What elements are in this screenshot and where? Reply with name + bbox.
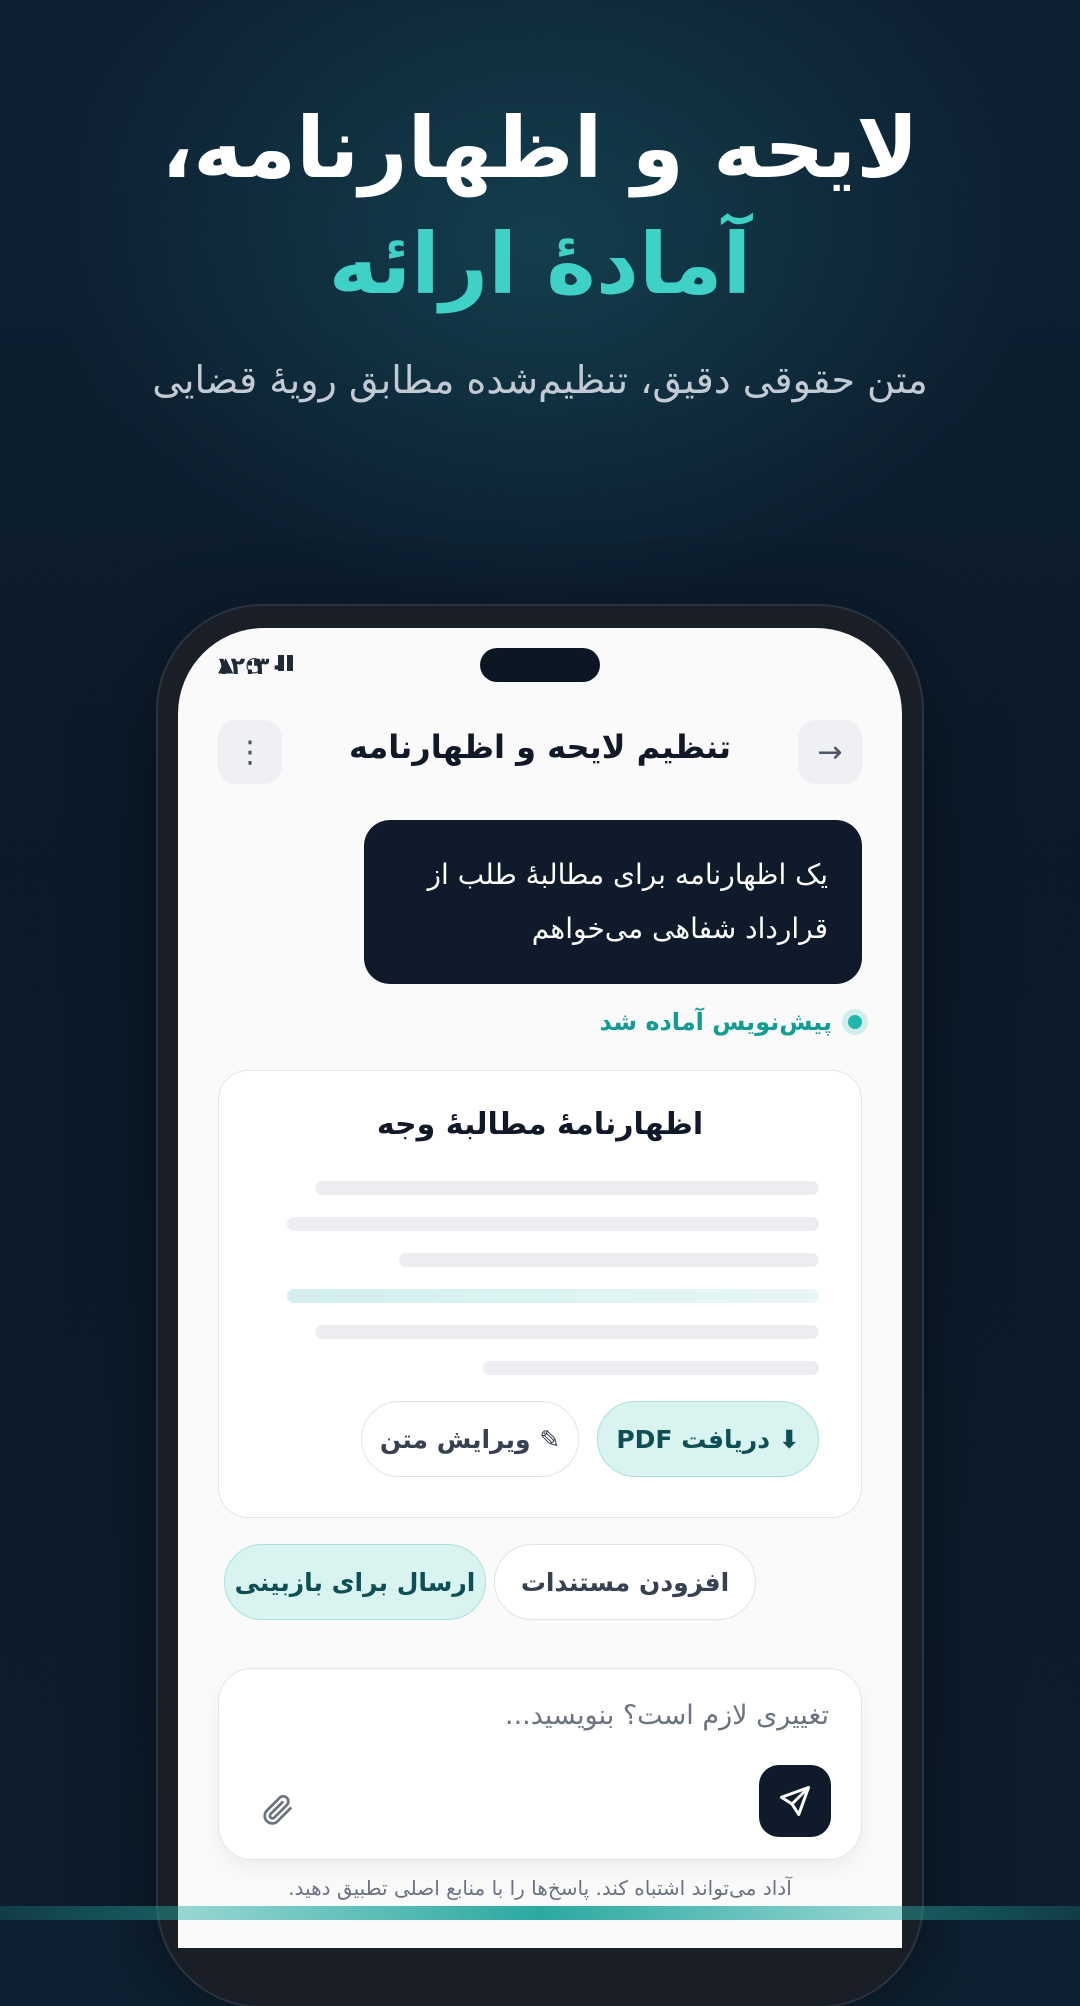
document-preview-card[interactable]: اظهارنامهٔ مطالبهٔ وجه ⬇ دریافت PDF ✎ وی… [218, 1070, 862, 1518]
download-pdf-button[interactable]: ⬇ دریافت PDF [597, 1401, 819, 1477]
text-line-placeholder [315, 1181, 819, 1195]
message-composer [218, 1668, 862, 1860]
send-icon [780, 1786, 810, 1816]
hero-subtitle: متن حقوقی دقیق، تنظیم‌شده مطابق رویهٔ قض… [152, 358, 928, 402]
more-options-button[interactable]: ⋮ [218, 720, 282, 784]
user-message-bubble: یک اظهارنامه برای مطالبهٔ طلب از قرارداد… [364, 820, 862, 984]
attach-button[interactable] [249, 1781, 305, 1837]
phone-screen: ۱۲:۳۰ ▲ ◔ → تنظیم لایحه و اظهارنامه ⋮ یک… [178, 628, 902, 1948]
hero-title-line1: لایحه و اظهارنامه، [161, 99, 919, 197]
clock-icon: ◔ [245, 652, 263, 676]
disclaimer-text: آداد می‌تواند اشتباه کند. پاسخ‌ها را با … [288, 1876, 792, 1900]
status-icons: ▲ ◔ [218, 652, 293, 676]
text-line-placeholder [399, 1253, 819, 1267]
paperclip-icon [263, 1794, 292, 1825]
draft-status: پیش‌نویس آماده شد [599, 1008, 862, 1036]
add-documents-chip[interactable]: افزودن مستندات [494, 1544, 756, 1620]
draft-status-label: پیش‌نویس آماده شد [599, 1008, 833, 1036]
more-vertical-icon: ⋮ [235, 734, 265, 770]
hero: لایحه و اظهارنامه، آمادهٔ ارائه متن حقوق… [0, 90, 1080, 402]
signal-icon: ▲ [218, 652, 234, 676]
hero-title-accent: آمادهٔ ارائه [328, 215, 752, 313]
message-input[interactable] [267, 1699, 831, 1732]
send-button[interactable] [759, 1765, 831, 1837]
page-title: تنظیم لایحه و اظهارنامه [349, 728, 731, 766]
edit-text-button[interactable]: ✎ ویرایش متن [361, 1401, 579, 1477]
battery-icon [275, 652, 293, 676]
camera-notch [480, 648, 600, 682]
app-header: → تنظیم لایحه و اظهارنامه ⋮ [178, 720, 902, 784]
document-title: اظهارنامهٔ مطالبهٔ وجه [376, 1107, 704, 1142]
send-for-review-chip[interactable]: ارسال برای بازبینی [224, 1544, 486, 1620]
text-line-placeholder [287, 1217, 819, 1231]
text-line-placeholder [483, 1361, 819, 1375]
bottom-glow [0, 1906, 1080, 1920]
text-line-placeholder [315, 1325, 819, 1339]
status-dot-icon [848, 1015, 862, 1029]
text-line-highlight [287, 1289, 819, 1303]
hero-title: لایحه و اظهارنامه، آمادهٔ ارائه [0, 90, 1080, 322]
